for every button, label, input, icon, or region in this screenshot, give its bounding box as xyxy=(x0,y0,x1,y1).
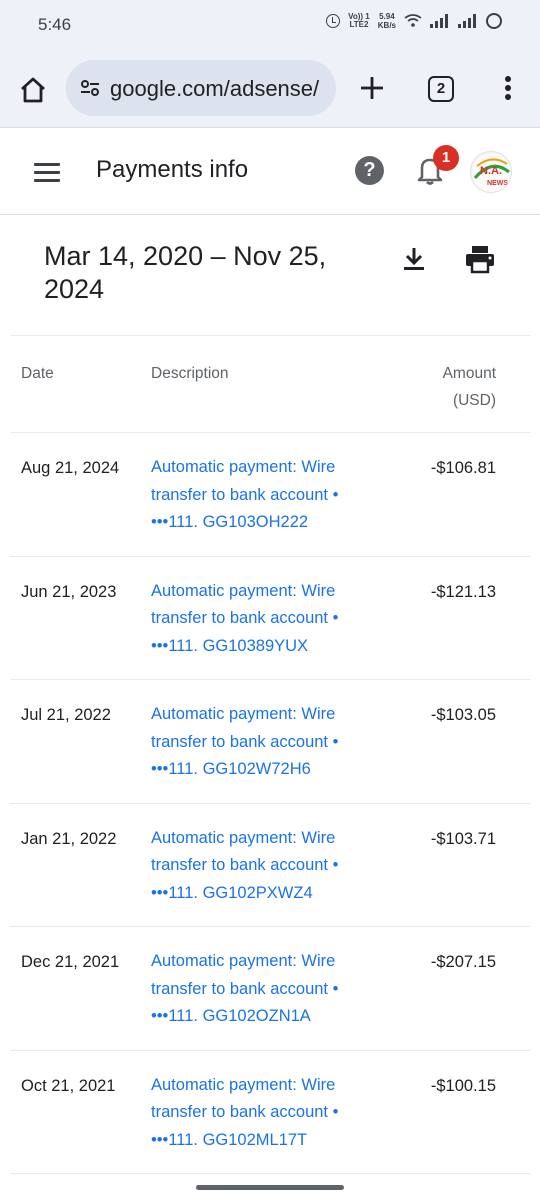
address-bar[interactable]: google.com/adsense/ xyxy=(66,60,336,116)
signal-icon-sim2 xyxy=(458,14,478,28)
column-header-date: Date xyxy=(21,365,54,382)
signal-icon-sim1 xyxy=(430,14,450,28)
table-row: Dec 21, 2021 Automatic payment: Wire tra… xyxy=(10,927,530,1051)
url-text[interactable]: google.com/adsense/ xyxy=(110,76,328,102)
volte-indicator: Vo)) 1 LTE2 xyxy=(348,12,370,29)
payment-description-link[interactable]: Automatic payment: Wire transfer to bank… xyxy=(151,578,376,661)
page-title: Payments info xyxy=(96,156,249,183)
app-header: Payments info ? 1 N.A. NEWS xyxy=(0,129,540,215)
transactions-table: Aug 21, 2024 Automatic payment: Wire tra… xyxy=(10,433,530,1174)
home-icon xyxy=(21,77,45,103)
status-time: 5:46 xyxy=(38,15,72,34)
download-icon[interactable] xyxy=(400,245,428,273)
payment-description-link[interactable]: Automatic payment: Wire transfer to bank… xyxy=(151,1072,376,1155)
row-date: Aug 21, 2024 xyxy=(21,459,120,477)
column-header-description: Description xyxy=(151,365,229,382)
payment-description-link[interactable]: Automatic payment: Wire transfer to bank… xyxy=(151,454,376,537)
table-row: Jan 21, 2022 Automatic payment: Wire tra… xyxy=(10,804,530,927)
table-row: Jun 21, 2023 Automatic payment: Wire tra… xyxy=(10,557,530,680)
more-options-icon[interactable] xyxy=(498,76,518,104)
column-header-amount: Amount (USD) xyxy=(442,365,496,409)
table-row: Aug 21, 2024 Automatic payment: Wire tra… xyxy=(10,433,530,557)
notification-count-badge[interactable]: 1 xyxy=(433,145,459,171)
row-amount: -$106.81 xyxy=(430,459,496,477)
help-icon[interactable]: ? xyxy=(355,156,384,185)
site-settings-icon[interactable] xyxy=(80,78,100,98)
plus-icon xyxy=(361,77,383,99)
row-amount: -$103.05 xyxy=(430,706,496,724)
table-row: Jul 21, 2022 Automatic payment: Wire tra… xyxy=(10,680,530,804)
row-date: Jan 21, 2022 xyxy=(21,829,117,848)
browser-toolbar: google.com/adsense/ 2 xyxy=(0,50,540,128)
table-header: Date Description Amount (USD) xyxy=(10,336,530,433)
print-icon[interactable] xyxy=(464,244,496,274)
row-amount: -$121.13 xyxy=(430,582,496,601)
row-amount: -$103.71 xyxy=(430,829,496,848)
battery-icon xyxy=(486,13,502,29)
payment-description-link[interactable]: Automatic payment: Wire transfer to bank… xyxy=(151,701,376,784)
hamburger-menu-icon[interactable] xyxy=(34,163,60,183)
row-date: Jun 21, 2023 xyxy=(21,582,117,601)
alarm-icon xyxy=(326,14,341,28)
payment-description-link[interactable]: Automatic payment: Wire transfer to bank… xyxy=(151,825,376,908)
wifi-icon xyxy=(404,14,422,28)
row-amount: -$100.15 xyxy=(430,1076,496,1095)
status-bar: 5:46 Vo)) 1 LTE2 5.94 KB/s xyxy=(0,0,540,50)
row-amount: -$207.15 xyxy=(430,953,496,971)
account-avatar[interactable]: N.A. NEWS xyxy=(470,151,512,193)
table-row: Oct 21, 2021 Automatic payment: Wire tra… xyxy=(10,1051,530,1174)
gesture-home-indicator[interactable] xyxy=(196,1185,344,1190)
svg-text:NEWS: NEWS xyxy=(487,180,508,187)
new-tab-button[interactable] xyxy=(358,74,386,102)
row-date: Oct 21, 2021 xyxy=(21,1076,116,1095)
home-button[interactable] xyxy=(18,75,48,105)
status-icons: Vo)) 1 LTE2 5.94 KB/s xyxy=(326,12,502,30)
tab-switcher-button[interactable]: 2 xyxy=(428,76,454,102)
svg-text:N.A.: N.A. xyxy=(480,165,502,177)
row-date: Jul 21, 2022 xyxy=(21,706,111,724)
payment-description-link[interactable]: Automatic payment: Wire transfer to bank… xyxy=(151,948,376,1031)
row-date: Dec 21, 2021 xyxy=(21,953,120,971)
date-range-heading: Mar 14, 2020 – Nov 25, 2024 xyxy=(44,241,327,304)
network-speed: 5.94 KB/s xyxy=(377,12,396,30)
